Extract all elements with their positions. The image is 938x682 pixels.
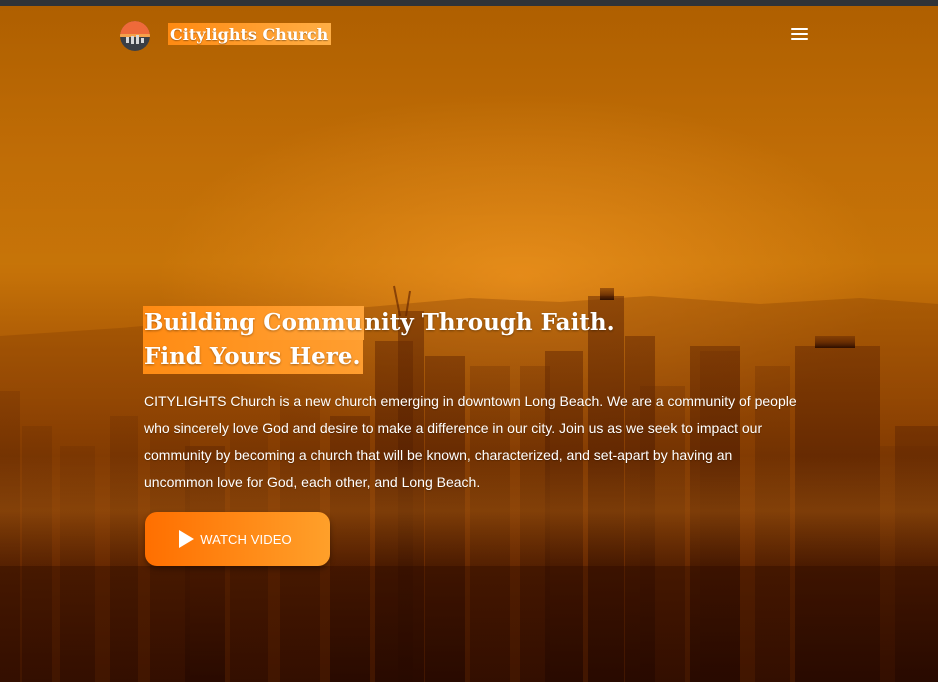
- browser-top-strip: [0, 0, 938, 6]
- play-icon: [179, 530, 195, 548]
- headline-line-2: Find Yours Here.: [143, 340, 703, 374]
- headline-line-1: Building Community Through Faith.: [143, 306, 703, 340]
- sunset-city-logo-icon[interactable]: [120, 21, 150, 51]
- navbar: Citylights Church: [0, 6, 938, 62]
- headline-highlight-2: Find Yours Here.: [143, 340, 363, 374]
- hero-headline: Building Community Through Faith. Find Y…: [143, 306, 703, 374]
- hero-content: Building Community Through Faith. Find Y…: [0, 0, 938, 682]
- hamburger-menu-icon[interactable]: [788, 24, 812, 44]
- hero-description: CITYLIGHTS Church is a new church emergi…: [144, 393, 797, 490]
- watch-video-label: WATCH VIDEO: [200, 531, 292, 547]
- headline-highlight: Building Commu: [143, 306, 365, 340]
- brand-name[interactable]: Citylights Church: [168, 23, 332, 45]
- headline-line-1-rest: nity Through Faith.: [364, 309, 615, 336]
- watch-video-button[interactable]: WATCH VIDEO: [145, 512, 330, 566]
